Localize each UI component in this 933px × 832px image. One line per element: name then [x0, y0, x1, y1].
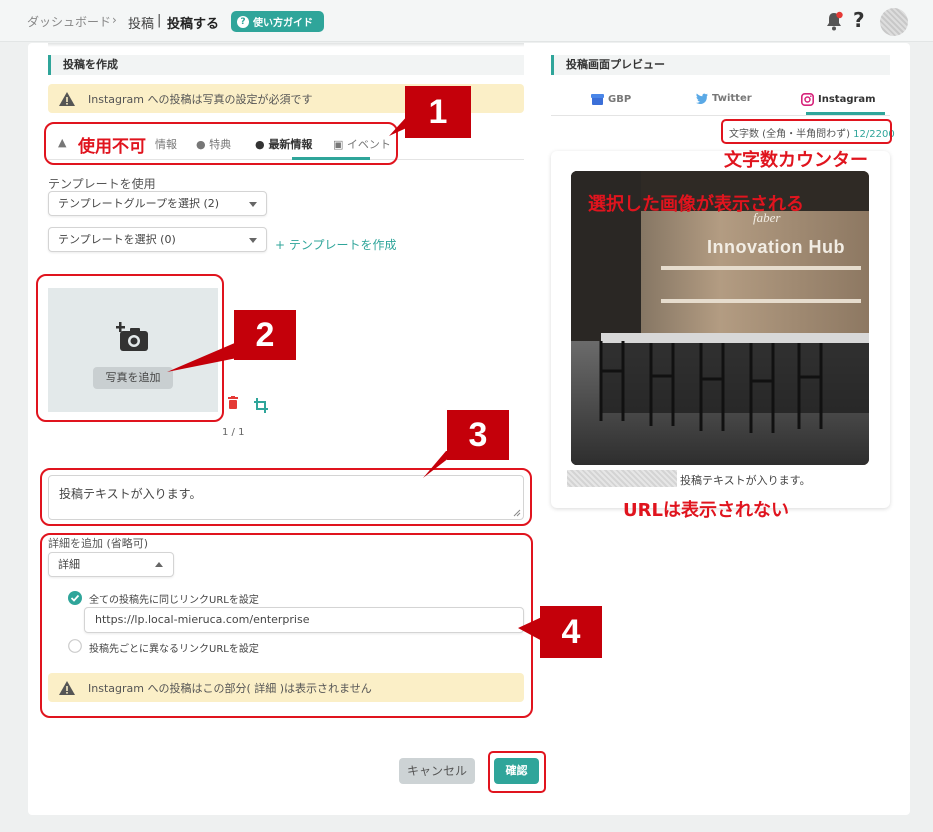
create-post-title: 投稿を作成 [48, 55, 524, 75]
instagram-icon [801, 93, 814, 106]
template-group-select-value: テンプレートグループを選択 (2) [58, 197, 220, 210]
annotation-number-4: 4 [540, 606, 602, 658]
annotation-pointer-4 [518, 616, 544, 642]
preview-tab-gbp[interactable]: GBP [591, 93, 631, 106]
avatar[interactable] [880, 8, 908, 36]
top-bar: ダッシュボード › 投稿 | 投稿する ? 使い方ガイド ? [0, 0, 933, 42]
annotation-pointer-3 [423, 451, 458, 478]
preview-tab-divider [551, 115, 890, 116]
crop-icon[interactable] [253, 398, 269, 413]
create-template-link[interactable]: + テンプレートを作成 [275, 236, 397, 253]
instagram-photo-warning-text: Instagram への投稿は写真の設定が必須です [88, 92, 313, 106]
annotation-pointer-2 [167, 342, 237, 372]
annotation-box-confirm [488, 751, 546, 793]
question-icon: ? [237, 15, 249, 28]
help-icon[interactable]: ? [853, 8, 865, 32]
warning-icon [59, 91, 75, 106]
template-select-value: テンプレートを選択 (0) [58, 233, 176, 246]
photo-sign-main: Innovation Hub [707, 237, 845, 257]
usage-guide-label: 使い方ガイド [253, 18, 313, 29]
chevron-down-icon [249, 238, 257, 243]
preview-tab-twitter-label: Twitter [712, 93, 752, 104]
template-select[interactable]: テンプレートを選択 (0) [48, 227, 267, 252]
annotation-url-not-shown: URLは表示されない [623, 500, 789, 521]
preview-username-placeholder [567, 470, 677, 487]
breadcrumb-post[interactable]: 投稿 [128, 13, 154, 32]
annotation-box-details [40, 533, 533, 718]
breadcrumb-separator: › [112, 13, 117, 27]
breadcrumb-divider: | [157, 13, 162, 28]
breadcrumb-dashboard[interactable]: ダッシュボード [27, 13, 111, 30]
template-group-select[interactable]: テンプレートグループを選択 (2) [48, 191, 267, 216]
chevron-down-icon [249, 202, 257, 207]
cancel-button[interactable]: キャンセル [399, 758, 475, 784]
trash-icon[interactable] [227, 396, 239, 409]
twitter-icon [696, 93, 708, 104]
template-label: テンプレートを使用 [48, 177, 156, 191]
preview-tab-gbp-label: GBP [608, 94, 632, 105]
preview-tab-instagram[interactable]: Instagram [801, 93, 876, 106]
annotation-number-2: 2 [234, 310, 296, 360]
annotation-selected-image: 選択した画像が表示される [588, 194, 804, 215]
preview-text: 投稿テキストが入ります。 [680, 474, 811, 487]
annotation-unavailable: 使用不可 [78, 137, 146, 157]
gbp-icon [591, 94, 604, 105]
breadcrumb-current: 投稿する [167, 17, 220, 32]
usage-guide-button[interactable]: ? 使い方ガイド [231, 11, 324, 32]
preview-title: 投稿画面プレビュー [551, 55, 890, 75]
annotation-char-counter: 文字数カウンター [724, 150, 868, 171]
bell-icon[interactable] [825, 11, 843, 31]
annotation-box-char-count [721, 119, 892, 144]
annotation-pointer-1 [389, 113, 413, 136]
preview-tab-instagram-label: Instagram [818, 94, 876, 105]
photo-counter: 1 / 1 [222, 427, 245, 438]
preview-active-tab-indicator [806, 112, 885, 115]
scroll-shadow [48, 43, 524, 47]
preview-tab-twitter[interactable]: Twitter [696, 93, 752, 104]
